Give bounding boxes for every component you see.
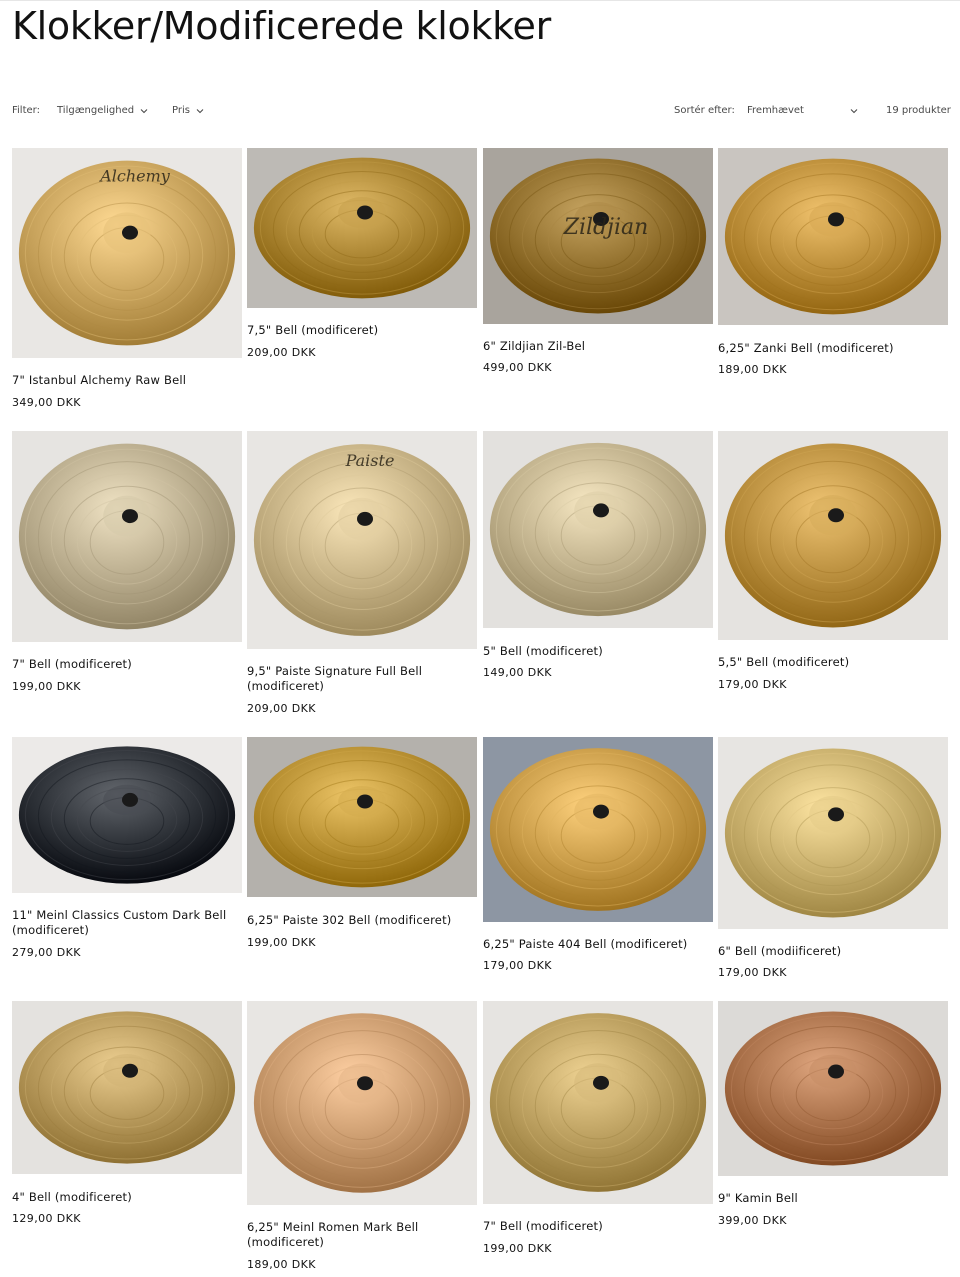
product-name[interactable]: 9" Kamin Bell [718,1191,798,1206]
product-price: 189,00 DKK [247,1258,316,1271]
product-price: 209,00 DKK [247,346,316,359]
product-name[interactable]: 7" Istanbul Alchemy Raw Bell [12,373,186,388]
product-price: 209,00 DKK [247,702,316,715]
product-price: 499,00 DKK [483,361,552,374]
price-filter-button[interactable]: Pris [172,105,205,116]
product-image[interactable]: Zildjian [483,148,713,324]
product-name[interactable]: 7" Bell (modificeret) [483,1219,603,1234]
product-image[interactable] [718,1001,948,1176]
filter-label: Filter: [12,105,40,116]
product-price: 179,00 DKK [718,966,787,979]
product-name[interactable]: 4" Bell (modificeret) [12,1190,132,1205]
product-count: 19 produkter [886,105,951,116]
product-name[interactable]: 6,25" Paiste 302 Bell (modificeret) [247,913,451,928]
filter-bar: Filter: Tilgængelighed Pris Sortér efter… [0,100,960,124]
product-name[interactable]: 6,25" Meinl Romen Mark Bell (modificeret… [247,1220,477,1250]
product-image[interactable] [12,431,242,642]
price-filter-label: Pris [172,105,190,116]
product-name[interactable]: 5,5" Bell (modificeret) [718,655,849,670]
product-image[interactable] [483,737,713,922]
product-price: 179,00 DKK [718,678,787,691]
page-title: Klokker/Modificerede klokker [12,4,551,48]
chevron-down-icon [849,106,859,116]
product-price: 129,00 DKK [12,1212,81,1225]
product-name[interactable]: 9,5" Paiste Signature Full Bell (modific… [247,664,477,694]
availability-filter-button[interactable]: Tilgængelighed [57,105,149,116]
product-price: 279,00 DKK [12,946,81,959]
product-image[interactable] [718,737,948,929]
product-image[interactable] [247,737,477,897]
product-name[interactable]: 11" Meinl Classics Custom Dark Bell (mod… [12,908,242,938]
product-price: 199,00 DKK [12,680,81,693]
product-price: 179,00 DKK [483,959,552,972]
product-name[interactable]: 6,25" Paiste 404 Bell (modificeret) [483,937,687,952]
product-image[interactable] [718,431,948,640]
cymbal-logo: Zildjian [563,215,649,240]
product-price: 189,00 DKK [718,363,787,376]
product-name[interactable]: 6,25" Zanki Bell (modificeret) [718,341,894,356]
chevron-down-icon [195,106,205,116]
product-image[interactable]: Paiste [247,431,477,649]
product-name[interactable]: 6" Bell (modiifiсeret) [718,944,841,959]
product-image[interactable] [483,1001,713,1204]
sort-label: Sortér efter: [674,105,735,116]
product-image[interactable] [12,1001,242,1174]
product-price: 149,00 DKK [483,666,552,679]
product-name[interactable]: 6" Zildjian Zil-Bel [483,339,585,354]
product-image[interactable]: Alchemy [12,148,242,358]
product-image[interactable] [483,431,713,628]
product-price: 199,00 DKK [483,1242,552,1255]
cymbal-logo: Paiste [345,451,395,470]
availability-filter-label: Tilgængelighed [57,105,135,116]
product-image[interactable] [247,1001,477,1205]
cymbal-logo: Alchemy [98,167,171,186]
top-border [0,0,960,1]
chevron-down-icon [139,106,149,116]
product-name[interactable]: 7" Bell (modificeret) [12,657,132,672]
product-price: 349,00 DKK [12,396,81,409]
product-name[interactable]: 5" Bell (modificeret) [483,644,603,659]
sort-select[interactable]: Fremhævet [747,105,859,116]
product-price: 399,00 DKK [718,1214,787,1227]
product-name[interactable]: 7,5" Bell (modificeret) [247,323,378,338]
product-image[interactable] [12,737,242,893]
product-image[interactable] [247,148,477,308]
sort-select-value: Fremhævet [747,105,804,116]
product-price: 199,00 DKK [247,936,316,949]
product-image[interactable] [718,148,948,325]
